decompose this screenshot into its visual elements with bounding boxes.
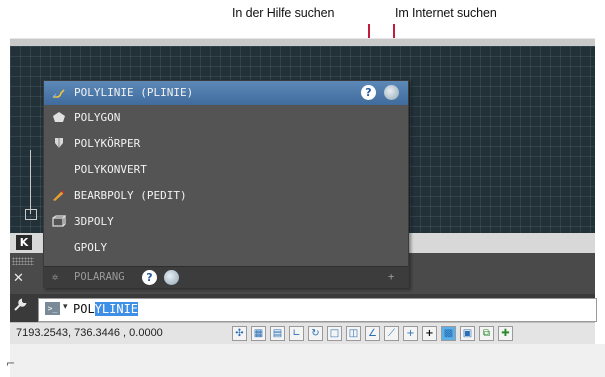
3d-object-snap-icon[interactable]: ◫ <box>346 326 361 341</box>
grid-display-icon[interactable]: ▤ <box>270 326 285 341</box>
help-icon[interactable]: ? <box>361 85 376 100</box>
layout-first-button[interactable]: K <box>16 235 32 250</box>
help-icon[interactable]: ? <box>142 270 157 285</box>
close-icon[interactable]: ✕ <box>13 271 24 286</box>
autocomplete-item-label: GPOLY <box>74 241 108 254</box>
autocomplete-item-label: BEARBPOLY (PEDIT) <box>74 189 187 202</box>
autocomplete-item-label: POLYKONVERT <box>74 163 147 176</box>
autocomplete-list: POLYLINIE (PLINIE) ? POLYGON POLYKÖRPER … <box>43 80 409 288</box>
infer-constraints-icon[interactable]: ✣ <box>232 326 247 341</box>
application-status-area <box>10 344 605 377</box>
gear-icon: ✲ <box>52 271 59 283</box>
quick-properties-icon[interactable]: ▣ <box>460 326 475 341</box>
polygon-icon <box>53 112 65 122</box>
system-variable-label: POLARANG <box>74 271 125 283</box>
system-variable-row[interactable]: ✲ POLARANG ? + <box>44 266 408 288</box>
callout-internet-search: Im Internet suchen <box>395 6 497 20</box>
annotation-monitor-icon[interactable]: ✚ <box>498 326 513 341</box>
command-input-text: POLYLINIE <box>73 302 139 316</box>
autocomplete-item-label: POLYKÖRPER <box>74 137 141 150</box>
3dpoly-icon <box>52 215 66 227</box>
snap-mode-icon[interactable]: ▦ <box>251 326 266 341</box>
autocomplete-item[interactable]: POLYKÖRPER <box>44 131 408 157</box>
resize-grip-icon[interactable]: ⌐ <box>6 357 15 370</box>
callout-help-search: In der Hilfe suchen <box>232 6 335 20</box>
autocomplete-item[interactable]: 3DPOLY <box>44 209 408 235</box>
autocomplete-item-label: 3DPOLY <box>74 215 114 228</box>
object-snap-tracking-icon[interactable]: ∠ <box>365 326 380 341</box>
globe-icon[interactable] <box>164 270 179 285</box>
polysolid-icon <box>55 138 63 148</box>
dynamic-input-icon[interactable]: + <box>403 326 418 341</box>
window-left-edge <box>0 38 10 338</box>
pedit-icon <box>53 190 65 201</box>
selection-cycling-icon[interactable]: ⧉ <box>479 326 494 341</box>
chevron-down-icon[interactable]: ▾ <box>63 302 68 312</box>
coordinates-readout: 7193.2543, 736.3446 , 0.0000 <box>16 327 163 339</box>
polar-tracking-icon[interactable]: ↻ <box>308 326 323 341</box>
ucs-icon <box>25 209 37 220</box>
command-autocomplete-text: YLINIE <box>94 302 139 316</box>
lineweight-icon[interactable]: + <box>422 326 437 341</box>
globe-icon[interactable] <box>384 85 399 100</box>
autocomplete-item[interactable]: POLYGON <box>44 105 408 131</box>
command-typed-text: POL <box>73 302 95 316</box>
status-bar: 7193.2543, 736.3446 , 0.0000 ✣ ▦ ▤ ∟ ↻ □… <box>10 322 595 346</box>
wrench-icon[interactable] <box>13 298 27 316</box>
expand-plus-icon[interactable]: + <box>388 267 394 288</box>
dynamic-ucs-icon[interactable]: ⟋ <box>384 326 399 341</box>
ortho-mode-icon[interactable]: ∟ <box>289 326 304 341</box>
autocomplete-item[interactable]: GPOLY <box>44 235 408 261</box>
autocomplete-item-label: POLYLINIE (PLINIE) <box>74 86 194 99</box>
polyline-icon <box>52 89 65 98</box>
transparency-icon[interactable]: ▩ <box>441 326 456 341</box>
command-line-grip[interactable] <box>12 257 34 265</box>
autocomplete-item[interactable]: BEARBPOLY (PEDIT) <box>44 183 408 209</box>
autocomplete-item-label: POLYGON <box>74 111 121 124</box>
object-snap-icon[interactable]: □ <box>327 326 342 341</box>
command-input[interactable]: >_ ▾ POLYLINIE <box>38 298 597 322</box>
ucs-axis-y <box>30 150 31 214</box>
autocomplete-item[interactable]: POLYKONVERT <box>44 157 408 183</box>
command-prompt-icon[interactable]: >_ <box>45 302 60 315</box>
autocomplete-item[interactable]: POLYLINIE (PLINIE) ? <box>44 81 408 105</box>
